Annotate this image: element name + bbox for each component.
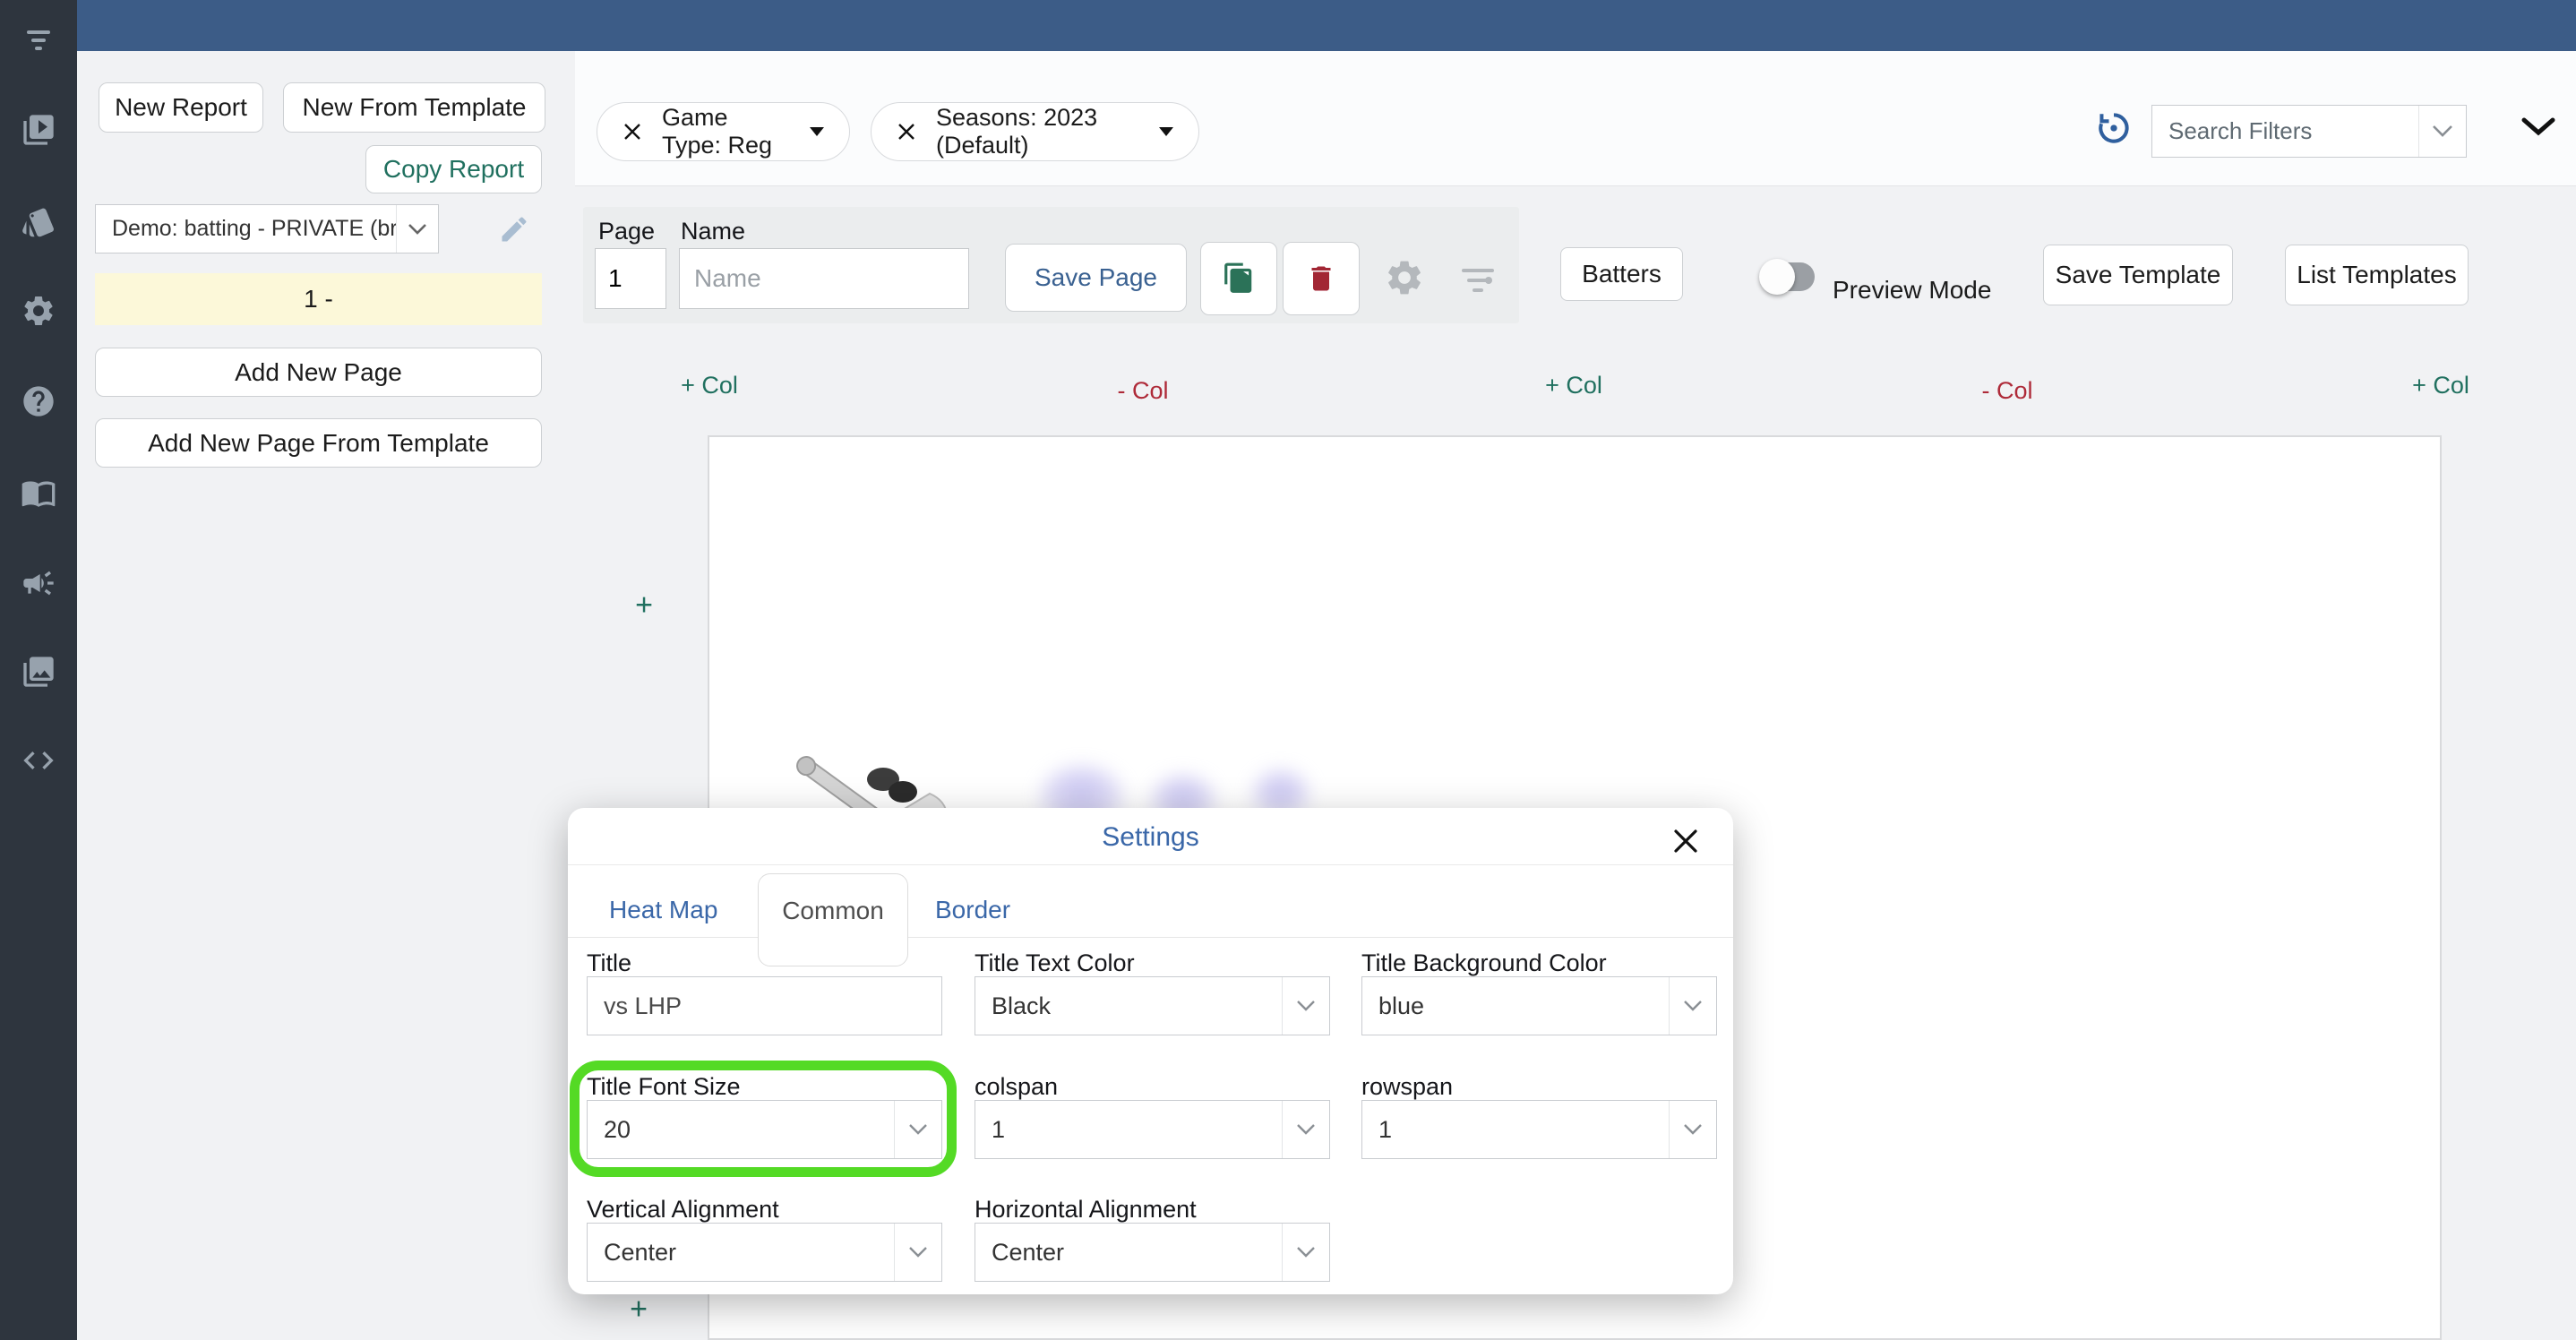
add-new-page-button[interactable]: Add New Page xyxy=(95,348,542,397)
filter-chip-game-type[interactable]: Game Type: Reg xyxy=(597,102,850,161)
preview-mode-toggle[interactable] xyxy=(1763,262,1815,291)
search-filters-placeholder: Search Filters xyxy=(2152,106,2418,157)
cards-icon[interactable] xyxy=(21,204,56,240)
page-label: Page xyxy=(598,218,655,245)
annotation-highlight-ring xyxy=(570,1061,957,1177)
filter-lines-icon[interactable] xyxy=(21,21,56,57)
tabs-divider xyxy=(568,937,1733,938)
vertical-alignment-label: Vertical Alignment xyxy=(587,1196,779,1224)
collapse-panel-chevron-icon[interactable] xyxy=(2519,115,2558,140)
title-background-color-value: blue xyxy=(1362,977,1669,1035)
name-label: Name xyxy=(681,218,745,245)
page-indicator[interactable]: 1 - xyxy=(95,273,542,325)
batters-button[interactable]: Batters xyxy=(1560,247,1683,301)
title-field-label: Title xyxy=(587,949,631,977)
copy-page-button[interactable] xyxy=(1200,242,1277,315)
save-template-button[interactable]: Save Template xyxy=(2043,245,2233,305)
settings-modal: Settings Heat Map Common Border Title Ti… xyxy=(568,808,1733,1294)
save-page-button[interactable]: Save Page xyxy=(1005,244,1187,312)
page-filter-icon[interactable] xyxy=(1458,263,1498,297)
video-library-icon[interactable] xyxy=(21,112,56,148)
photo-library-icon[interactable] xyxy=(21,654,56,690)
report-select-value: Demo: batting - PRIVATE (brad... xyxy=(96,205,396,253)
title-text-color-label: Title Text Color xyxy=(975,949,1135,977)
horizontal-alignment-label: Horizontal Alignment xyxy=(975,1196,1197,1224)
delete-page-button[interactable] xyxy=(1283,242,1360,315)
title-input[interactable] xyxy=(587,976,942,1035)
top-navbar xyxy=(77,0,2576,51)
preview-mode-label: Preview Mode xyxy=(1833,276,1991,305)
new-from-template-button[interactable]: New From Template xyxy=(283,82,545,133)
filter-chip-label: Game Type: Reg xyxy=(662,104,790,159)
title-text-color-value: Black xyxy=(975,977,1282,1035)
vertical-alignment-value: Center xyxy=(588,1224,894,1281)
filter-chip-label: Seasons: 2023 (Default) xyxy=(936,104,1139,159)
remove-col-button[interactable]: - Col xyxy=(1117,377,1168,405)
edit-pencil-icon[interactable] xyxy=(498,213,530,245)
batter-illustration xyxy=(769,679,957,810)
colspan-select[interactable]: 1 xyxy=(975,1100,1330,1159)
search-filters-select[interactable]: Search Filters xyxy=(2151,105,2467,158)
remove-filter-icon[interactable] xyxy=(897,122,916,142)
new-report-button[interactable]: New Report xyxy=(99,82,263,133)
rowspan-label: rowspan xyxy=(1361,1073,1453,1101)
book-icon[interactable] xyxy=(21,475,56,511)
add-col-button[interactable]: + Col xyxy=(1545,372,1602,399)
chevron-down-icon xyxy=(396,205,438,253)
colspan-value: 1 xyxy=(975,1101,1282,1158)
title-background-color-label: Title Background Color xyxy=(1361,949,1607,977)
megaphone-icon[interactable] xyxy=(21,565,56,601)
chevron-down-icon xyxy=(2418,106,2466,157)
caret-down-icon[interactable] xyxy=(1159,127,1173,136)
tab-common-label: Common xyxy=(759,897,907,925)
add-row-button[interactable]: + xyxy=(635,588,653,623)
tab-common[interactable]: Common xyxy=(758,873,908,966)
settings-gear-icon[interactable] xyxy=(21,293,56,329)
copy-icon xyxy=(1222,262,1256,296)
list-templates-button[interactable]: List Templates xyxy=(2285,245,2469,305)
modal-header-divider xyxy=(568,864,1733,865)
add-row-button-bottom[interactable]: + xyxy=(630,1293,648,1327)
add-new-page-from-template-button[interactable]: Add New Page From Template xyxy=(95,418,542,468)
toggle-knob xyxy=(1759,259,1795,295)
page-number-input[interactable] xyxy=(595,248,666,309)
chevron-down-icon xyxy=(1282,977,1329,1035)
tab-border[interactable]: Border xyxy=(935,896,1010,924)
sidebar-nav xyxy=(0,0,77,1340)
vertical-alignment-select[interactable]: Center xyxy=(587,1223,942,1282)
add-col-button[interactable]: + Col xyxy=(2412,372,2469,399)
remove-filter-icon[interactable] xyxy=(623,122,642,142)
trash-icon xyxy=(1305,262,1337,295)
horizontal-alignment-value: Center xyxy=(975,1224,1282,1281)
chevron-down-icon xyxy=(1282,1224,1329,1281)
copy-report-button[interactable]: Copy Report xyxy=(365,145,542,193)
colspan-label: colspan xyxy=(975,1073,1058,1101)
chevron-down-icon xyxy=(1282,1101,1329,1158)
app-root: New Report New From Template Copy Report… xyxy=(0,0,2576,1340)
remove-col-button[interactable]: - Col xyxy=(1981,377,2032,405)
chevron-down-icon xyxy=(1669,1101,1716,1158)
title-background-color-select[interactable]: blue xyxy=(1361,976,1717,1035)
close-icon[interactable] xyxy=(1670,826,1701,856)
chevron-down-icon xyxy=(894,1224,941,1281)
title-text-color-select[interactable]: Black xyxy=(975,976,1330,1035)
horizontal-alignment-select[interactable]: Center xyxy=(975,1223,1330,1282)
chevron-down-icon xyxy=(1669,977,1716,1035)
modal-title: Settings xyxy=(568,822,1733,853)
add-col-button[interactable]: + Col xyxy=(681,372,738,399)
report-select[interactable]: Demo: batting - PRIVATE (brad... xyxy=(95,204,439,253)
rowspan-value: 1 xyxy=(1362,1101,1669,1158)
code-icon[interactable] xyxy=(21,743,56,778)
help-icon[interactable] xyxy=(21,383,56,419)
filter-chip-seasons[interactable]: Seasons: 2023 (Default) xyxy=(871,102,1199,161)
tab-heat-map[interactable]: Heat Map xyxy=(609,896,717,924)
page-name-input[interactable] xyxy=(679,248,969,309)
page-settings-gear-icon[interactable] xyxy=(1384,257,1425,298)
rowspan-select[interactable]: 1 xyxy=(1361,1100,1717,1159)
caret-down-icon[interactable] xyxy=(810,127,824,136)
history-restore-icon[interactable] xyxy=(2094,108,2134,148)
